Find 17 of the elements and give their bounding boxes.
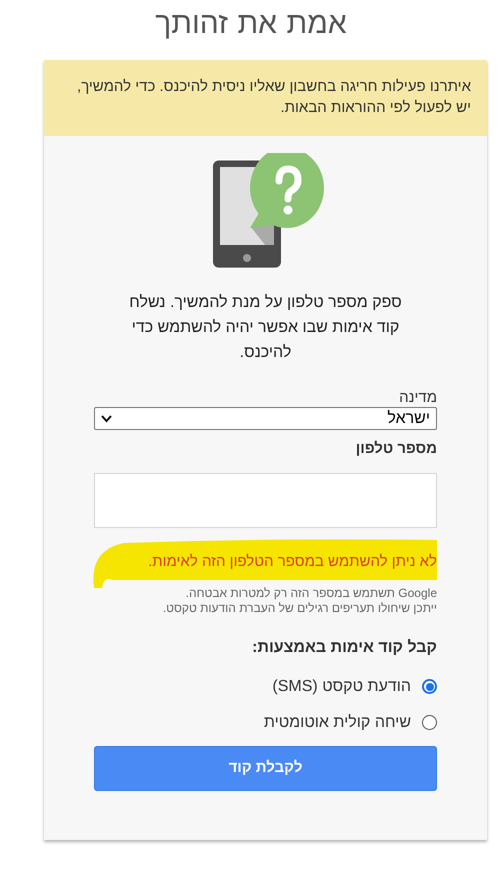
radio-button[interactable]	[422, 715, 437, 730]
method-heading: קבל קוד אימות באמצעות:	[251, 638, 437, 658]
page-title: אמת את זהותך	[155, 5, 347, 43]
note-text: Google תשתמש במספר הזה רק למטרות אבטחה.	[184, 586, 437, 601]
radio-option[interactable]: שיחה קולית אוטומטית	[94, 712, 437, 733]
alert-text: איתרנו פעילות חריגה בחשבון שאליו ניסית להיכנס. כדי להמשיך, יש לפעול לפי ההוראות הבאות.	[76, 77, 471, 118]
note-text: ייתכן שיחולו תעריפים רגילים של העברת הודעות טקסט.	[162, 601, 437, 616]
country-select[interactable]: ישראל	[94, 407, 437, 430]
error-message: לא ניתן להשתמש במספר הטלפון הזה לאימות.	[148, 552, 437, 572]
radio-option[interactable]: הודעת טקסט (SMS)	[94, 676, 437, 697]
intro-text: ספק מספר טלפון על מנת להמשיך. נשלח קוד אימות שבו אפשר יהיה להשתמש כדי להיכנס.	[128, 293, 403, 363]
phone-input-field[interactable]	[94, 473, 437, 528]
phone-label: מספר טלפון	[356, 439, 437, 459]
country-label: מדינה	[399, 389, 437, 407]
radio-button[interactable]	[422, 679, 437, 694]
chevron-down-icon	[101, 414, 112, 422]
phone-question-icon	[212, 153, 324, 269]
